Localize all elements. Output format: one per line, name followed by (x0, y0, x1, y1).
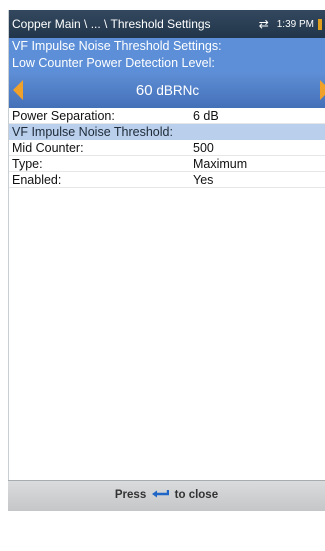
power-separation-value: 6 dB (193, 109, 219, 123)
mid-counter-value: 500 (193, 141, 214, 155)
type-label: Type: (12, 157, 43, 171)
battery-icon (318, 18, 322, 30)
low-counter-number: 60 (135, 82, 153, 99)
device-screen: Copper Main \ ... \ Threshold Settings ⇄… (0, 0, 325, 551)
arrow-right-icon[interactable] (320, 80, 325, 100)
table-row[interactable]: Type: Maximum (9, 156, 325, 172)
status-bar: Copper Main \ ... \ Threshold Settings ⇄… (9, 10, 325, 38)
low-counter-value: 60 dBRNc (9, 82, 325, 99)
table-row[interactable]: Enabled: Yes (9, 172, 325, 188)
swap-icon: ⇄ (258, 17, 269, 31)
press-text: Press (114, 489, 147, 501)
enabled-label: Enabled: (12, 173, 62, 187)
mid-counter-label: Mid Counter: (12, 141, 84, 155)
app-window: Copper Main \ ... \ Threshold Settings ⇄… (8, 10, 325, 480)
back-arrow-icon[interactable] (151, 489, 170, 499)
power-separation-label: Power Separation: (12, 109, 115, 123)
power-separation-row[interactable]: Power Separation: 6 dB (9, 108, 325, 124)
low-counter-selector[interactable]: 60 dBRNc (9, 72, 325, 108)
to-close-text: to close (174, 489, 219, 501)
table-row[interactable]: Mid Counter: 500 (9, 140, 325, 156)
enabled-value: Yes (193, 173, 214, 187)
status-area: ⇄ 1:39 PM (259, 17, 322, 31)
close-instruction: Press to close (8, 489, 325, 501)
breadcrumb[interactable]: Copper Main \ ... \ Threshold Settings (12, 17, 211, 31)
threshold-header: VF Impulse Noise Threshold: (9, 124, 325, 140)
type-value: Maximum (193, 157, 248, 171)
footer-bar: Press to close (8, 480, 325, 511)
low-counter-label: Low Counter Power Detection Level: (9, 55, 325, 72)
clock-time: 1:39 PM (276, 18, 314, 30)
low-counter-unit: dBRNc (156, 83, 200, 98)
settings-header: VF Impulse Noise Threshold Settings: (9, 38, 325, 55)
